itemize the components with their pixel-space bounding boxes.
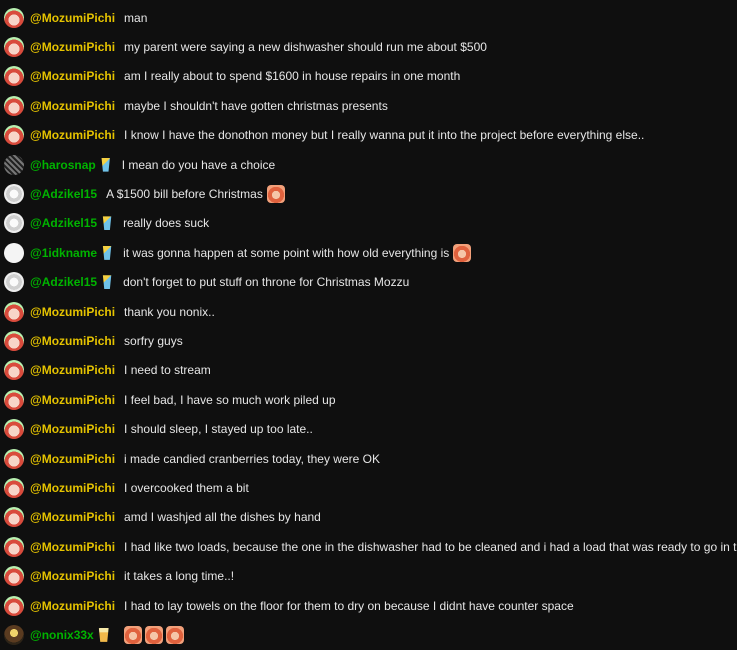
chat-message: @MozumiPichi man — [0, 3, 737, 32]
chat-message: @Adzikel15 A $1500 bill before Christmas — [0, 179, 737, 208]
username[interactable]: @MozumiPichi — [30, 599, 115, 613]
message-text: I overcooked them a bit — [124, 480, 249, 495]
chat-message: @MozumiPichi i made candied cranberries t… — [0, 444, 737, 473]
message-text: I had like two loads, because the one in… — [124, 539, 737, 554]
chat-message: @MozumiPichi I overcooked them a bit — [0, 473, 737, 502]
message-text: it was gonna happen at some point with h… — [123, 245, 450, 260]
message-text: man — [124, 10, 148, 25]
message-text: I should sleep, I stayed up too late.. — [124, 422, 313, 437]
message-text: I mean do you have a choice — [121, 157, 276, 172]
username[interactable]: @Adzikel15 — [30, 187, 97, 201]
drink-badge-icon — [102, 245, 112, 260]
avatar[interactable] — [4, 7, 24, 28]
chat-message: @MozumiPichi it takes a long time..! — [0, 561, 737, 590]
chat-message: @MozumiPichi amd I washjed all the dishes… — [0, 503, 737, 532]
chat-log: @MozumiPichi man @MozumiPichi my parent wer… — [0, 0, 737, 650]
username[interactable]: @MozumiPichi — [30, 69, 115, 83]
message-text: it takes a long time..! — [124, 569, 235, 584]
avatar[interactable] — [4, 389, 24, 410]
username[interactable]: @MozumiPichi — [30, 510, 115, 524]
username[interactable]: @Adzikel15 — [30, 216, 97, 230]
avatar[interactable] — [4, 624, 24, 645]
chat-message: @MozumiPichi sorfry guys — [0, 326, 737, 355]
username[interactable]: @nonix33x — [30, 628, 94, 642]
username[interactable]: @MozumiPichi — [30, 540, 115, 554]
username[interactable]: @MozumiPichi — [30, 393, 115, 407]
avatar[interactable] — [4, 37, 24, 58]
avatar[interactable] — [4, 419, 24, 440]
message-text: I know I have the donothon money but I r… — [124, 128, 645, 143]
message-text: I had to lay towels on the floor for the… — [124, 598, 574, 613]
chat-message: @1idkname it was gonna happen at some poi… — [0, 238, 737, 267]
chat-message: @Adzikel15 really does suck — [0, 209, 737, 238]
avatar[interactable] — [4, 154, 24, 175]
chat-message: @MozumiPichi I had like two loads, becaus… — [0, 532, 737, 561]
username[interactable]: @MozumiPichi — [30, 334, 115, 348]
chat-message: @MozumiPichi maybe I shouldn't have gotte… — [0, 91, 737, 120]
chat-message: @MozumiPichi I need to stream — [0, 356, 737, 385]
emote-icon — [165, 625, 184, 644]
chat-message: @Adzikel15 don't forget to put stuff on t… — [0, 268, 737, 297]
avatar[interactable] — [4, 477, 24, 498]
avatar[interactable] — [4, 536, 24, 557]
username[interactable]: @1idkname — [30, 246, 97, 260]
avatar[interactable] — [4, 330, 24, 351]
avatar[interactable] — [4, 360, 24, 381]
username[interactable]: @MozumiPichi — [30, 363, 115, 377]
chat-message: @harosnap I mean do you have a choice — [0, 150, 737, 179]
avatar[interactable] — [4, 595, 24, 616]
message-text: am I really about to spend $1600 in hous… — [124, 69, 461, 84]
message-text: A $1500 bill before Christmas — [106, 187, 263, 202]
message-text: my parent were saying a new dishwasher s… — [124, 40, 487, 55]
message-text: thank you nonix.. — [124, 304, 215, 319]
emote-icon — [453, 243, 472, 262]
message-text: amd I washjed all the dishes by hand — [124, 510, 321, 525]
chat-message: @MozumiPichi I had to lay towels on the f… — [0, 591, 737, 620]
avatar[interactable] — [4, 301, 24, 322]
username[interactable]: @MozumiPichi — [30, 11, 115, 25]
emote-icon — [144, 625, 163, 644]
message-text: really does suck — [123, 216, 210, 231]
chat-message: @MozumiPichi I feel bad, I have so much w… — [0, 385, 737, 414]
avatar[interactable] — [4, 184, 24, 205]
username[interactable]: @harosnap — [30, 158, 96, 172]
avatar[interactable] — [4, 242, 24, 263]
drink-badge-icon — [102, 275, 112, 290]
drink-badge-icon — [101, 157, 110, 172]
avatar[interactable] — [4, 95, 24, 116]
message-text: I need to stream — [124, 363, 211, 378]
avatar[interactable] — [4, 507, 24, 528]
emote-icon — [266, 185, 285, 204]
avatar[interactable] — [4, 566, 24, 587]
username[interactable]: @Adzikel15 — [30, 275, 97, 289]
message-text: sorfry guys — [124, 333, 183, 348]
username[interactable]: @MozumiPichi — [30, 569, 115, 583]
chat-message: @MozumiPichi I know I have the donothon m… — [0, 121, 737, 150]
avatar[interactable] — [4, 66, 24, 87]
chat-message: @MozumiPichi am I really about to spend $… — [0, 62, 737, 91]
username[interactable]: @MozumiPichi — [30, 422, 115, 436]
drink-badge-icon — [102, 216, 112, 231]
username[interactable]: @MozumiPichi — [30, 305, 115, 319]
message-text: I feel bad, I have so much work piled up — [124, 392, 336, 407]
chat-message: @nonix33x — [0, 620, 737, 649]
username[interactable]: @MozumiPichi — [30, 128, 115, 142]
username[interactable]: @MozumiPichi — [30, 481, 115, 495]
message-text: maybe I shouldn't have gotten christmas … — [124, 98, 388, 113]
avatar[interactable] — [4, 272, 24, 293]
avatar[interactable] — [4, 213, 24, 234]
username[interactable]: @MozumiPichi — [30, 99, 115, 113]
emote-icon — [123, 625, 142, 644]
chat-message: @MozumiPichi thank you nonix.. — [0, 297, 737, 326]
message-text: i made candied cranberries today, they w… — [124, 451, 380, 466]
chat-message: @MozumiPichi my parent were saying a new … — [0, 32, 737, 61]
message-text: don't forget to put stuff on throne for … — [123, 275, 410, 290]
avatar[interactable] — [4, 448, 24, 469]
chat-message: @MozumiPichi I should sleep, I stayed up … — [0, 414, 737, 443]
username[interactable]: @MozumiPichi — [30, 40, 115, 54]
username[interactable]: @MozumiPichi — [30, 452, 115, 466]
cup-badge-icon — [98, 627, 109, 642]
avatar[interactable] — [4, 125, 24, 146]
